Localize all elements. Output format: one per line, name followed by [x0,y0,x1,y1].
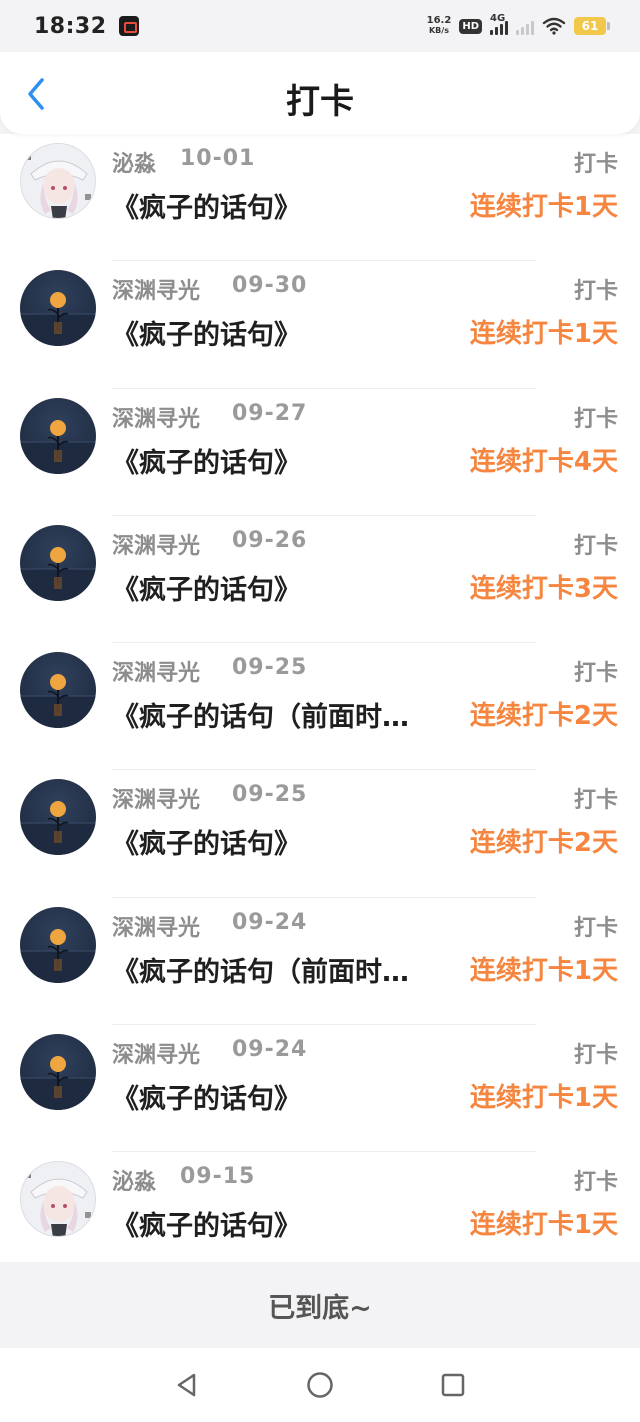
list-end-text: 已到底~ [268,1292,372,1324]
battery-icon: 61 [574,17,610,35]
list-end-footer: 已到底~ [0,1262,640,1348]
nav-home-button[interactable] [300,1365,340,1405]
streak-label: 连续打卡1天 [469,319,618,350]
network-type-label: 4G [490,13,506,24]
user-name[interactable]: 深渊寻光 [112,1037,200,1069]
checkin-row[interactable]: 深渊寻光 09-26 打卡《疯子的话句》 连续打卡3天 [0,516,640,644]
checkin-title[interactable]: 《疯子的话句》 [112,441,452,480]
checkin-type-label: 打卡 [573,788,618,814]
checkin-row[interactable]: 深渊寻光 09-24 打卡《疯子的话句（前面时… 连续打卡1天 [0,898,640,1026]
header: 打卡 [0,52,640,134]
status-bar: 18:32 16.2 KB/s HD 4G 61 [0,0,640,52]
user-name[interactable]: 泌淼 [112,146,156,178]
streak-label: 连续打卡2天 [469,828,618,859]
checkin-date: 09-24 [232,1037,308,1063]
battery-level: 61 [581,19,599,33]
checkin-date: 10-01 [180,146,256,171]
nav-back-button[interactable] [167,1365,207,1405]
checkin-type-label: 打卡 [573,1170,618,1196]
streak-label: 连续打卡4天 [469,446,618,477]
checkin-row[interactable]: 泌淼 09-15 打卡《疯子的话句》 连续打卡1天 [0,1152,640,1262]
checkin-type-label: 打卡 [573,1043,618,1069]
streak-label: 连续打卡1天 [469,1210,618,1241]
streak-label: 连续打卡1天 [469,955,618,986]
system-nav-bar [0,1348,640,1422]
avatar[interactable] [20,397,96,474]
net-speed: 16.2 KB/s [427,16,452,36]
cellular-signal-icon: 4G [490,13,508,35]
nav-recents-button[interactable] [433,1365,473,1405]
streak-label: 连续打卡2天 [469,701,618,732]
cellular-signal-2-icon [516,17,534,35]
page-title: 打卡 [286,82,354,122]
checkin-type-label: 打卡 [573,915,618,941]
avatar[interactable] [20,143,96,219]
checkin-title[interactable]: 《疯子的话句》 [112,313,452,352]
checkin-title[interactable]: 《疯子的话句（前面时… [112,950,452,989]
user-name[interactable]: 深渊寻光 [112,528,200,560]
user-name[interactable]: 深渊寻光 [112,782,200,814]
checkin-date: 09-30 [232,273,308,299]
square-recents-icon [442,1373,465,1397]
checkin-date: 09-26 [232,527,308,553]
wifi-icon [542,17,566,35]
checkin-title[interactable]: 《疯子的话句（前面时… [112,695,452,734]
checkin-date: 09-24 [232,909,308,935]
checkin-date: 09-15 [180,1164,256,1190]
triangle-back-icon [177,1373,195,1397]
checkin-type-label: 打卡 [573,152,618,177]
checkin-type-label: 打卡 [573,533,618,559]
status-icons: 16.2 KB/s HD 4G 61 [427,13,610,36]
user-name[interactable]: 深渊寻光 [112,910,200,942]
streak-label: 连续打卡1天 [469,192,618,222]
checkin-type-label: 打卡 [573,406,618,432]
avatar[interactable] [20,270,96,347]
checkin-type-label: 打卡 [573,279,618,305]
screen-record-icon [118,16,139,36]
net-speed-unit: KB/s [428,26,449,35]
avatar[interactable] [20,524,96,601]
status-time: 18:32 [34,13,107,39]
checkin-list: 泌淼 10-01 打卡 《疯子的话句》 连续打卡1天 深渊寻光 09-30 打卡 《疯子的话句… [0,134,640,1262]
checkin-title[interactable]: 《疯子的话句》 [112,1077,452,1116]
checkin-title[interactable]: 《疯子的话句》 [112,1204,452,1243]
avatar[interactable] [20,1161,96,1238]
checkin-row[interactable]: 深渊寻光 09-30 打卡《疯子的话句》 连续打卡1天 [0,261,640,389]
net-speed-value: 16.2 [426,15,452,26]
circle-home-icon [307,1372,333,1398]
user-name[interactable]: 深渊寻光 [112,401,200,433]
avatar[interactable] [20,1034,96,1111]
checkin-row[interactable]: 深渊寻光 09-24 打卡《疯子的话句》 连续打卡1天 [0,1025,640,1153]
checkin-title[interactable]: 《疯子的话句》 [112,186,452,225]
checkin-type-label: 打卡 [573,661,618,687]
avatar[interactable] [20,906,96,983]
checkin-row[interactable]: 深渊寻光 09-27 打卡《疯子的话句》 连续打卡4天 [0,389,640,517]
avatar[interactable] [20,779,96,856]
checkin-date: 09-25 [232,782,308,808]
streak-label: 连续打卡3天 [469,573,618,604]
checkin-title[interactable]: 《疯子的话句》 [112,822,452,861]
checkin-date: 09-25 [232,655,308,681]
checkin-title[interactable]: 《疯子的话句》 [112,568,452,607]
screen: 18:32 16.2 KB/s HD 4G 61 打卡 泌淼 10-01 打卡 … [0,0,640,1422]
user-name[interactable]: 泌淼 [112,1164,156,1196]
user-name[interactable]: 深渊寻光 [112,655,200,687]
user-name[interactable]: 深渊寻光 [112,273,200,305]
streak-label: 连续打卡1天 [469,1083,618,1114]
avatar[interactable] [20,652,96,729]
checkin-date: 09-27 [232,400,308,426]
checkin-row[interactable]: 深渊寻光 09-25 打卡《疯子的话句（前面时… 连续打卡2天 [0,643,640,771]
checkin-row[interactable]: 深渊寻光 09-25 打卡《疯子的话句》 连续打卡2天 [0,770,640,899]
checkin-row[interactable]: 泌淼 10-01 打卡《疯子的话句》 连续打卡1天 [0,134,640,262]
hd-icon: HD [459,18,482,34]
